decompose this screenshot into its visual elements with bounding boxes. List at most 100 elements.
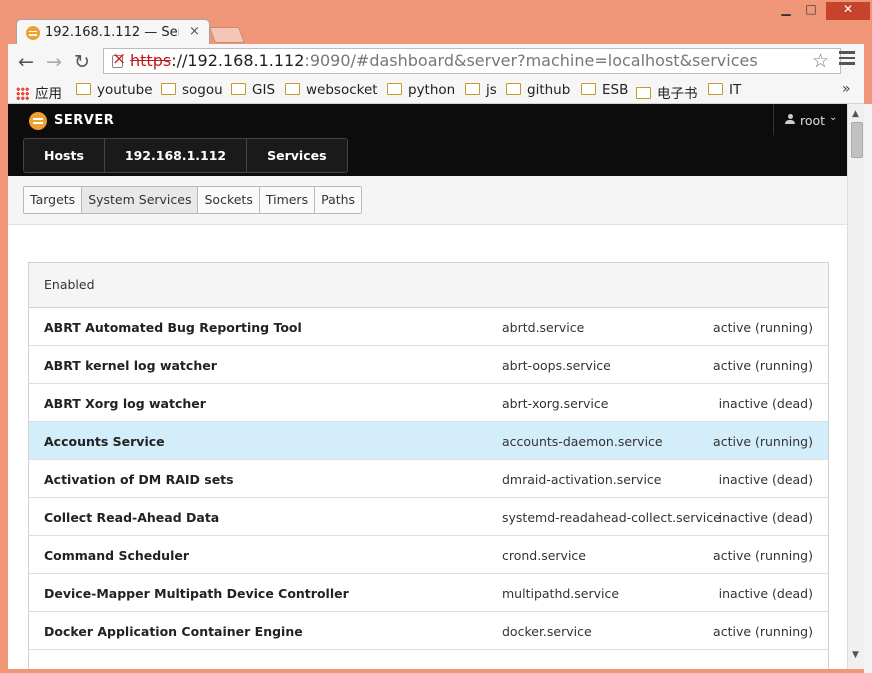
insecure-x-icon: × — [112, 49, 127, 69]
user-menu[interactable]: root ⌄ — [773, 104, 847, 135]
address-bar[interactable]: × https://192.168.1.112:9090/#dashboard&… — [103, 48, 841, 74]
folder-icon — [285, 83, 300, 95]
new-tab-button[interactable] — [209, 27, 245, 43]
breadcrumb-hosts[interactable]: Hosts — [24, 139, 105, 172]
folder-icon — [465, 83, 480, 95]
url-text[interactable]: https://192.168.1.112:9090/#dashboard&se… — [130, 51, 758, 70]
scroll-up-icon[interactable]: ▲ — [852, 109, 859, 119]
user-name: root — [800, 113, 826, 128]
service-name: ABRT Xorg log watcher — [44, 396, 206, 411]
breadcrumb-host[interactable]: 192.168.1.112 — [105, 139, 248, 172]
service-unit: crond.service — [502, 548, 586, 563]
tab-targets[interactable]: Targets — [24, 187, 83, 213]
bookmark-star-icon[interactable]: ☆ — [812, 50, 829, 72]
browser-window: 192.168.1.112 — Servi × ▁ □ ✕ ← → ↻ × ht… — [0, 0, 872, 673]
service-name: ABRT kernel log watcher — [44, 358, 217, 373]
breadcrumb: Hosts 192.168.1.112 Services — [23, 138, 348, 173]
folder-icon — [161, 83, 176, 95]
service-unit: multipathd.service — [502, 586, 620, 601]
bookmark-apps[interactable]: 应用 — [16, 82, 62, 102]
folder-icon — [581, 83, 596, 95]
cockpit-favicon-icon — [26, 26, 40, 40]
tab-sockets[interactable]: Sockets — [198, 187, 260, 213]
bookmark-python[interactable]: python — [387, 82, 455, 98]
bookmark-sogou[interactable]: sogou — [161, 82, 223, 98]
folder-icon — [708, 83, 723, 95]
tab-title: 192.168.1.112 — Servi — [45, 25, 179, 40]
bookmarks-bar: 应用 youtube sogou GIS websocket python js… — [8, 79, 864, 104]
scrollbar-thumb[interactable] — [851, 122, 863, 158]
url-path: :9090/#dashboard&server?machine=localhos… — [304, 51, 758, 70]
app-header: SERVER root ⌄ Hosts 192.168.1.112 Servic… — [8, 104, 847, 176]
service-unit: accounts-daemon.service — [502, 434, 663, 449]
service-row-selected[interactable]: Accounts Service accounts-daemon.service a… — [29, 422, 828, 460]
tab-timers[interactable]: Timers — [259, 187, 316, 213]
minimize-button[interactable]: ▁ — [775, 2, 797, 20]
service-row[interactable]: ABRT Automated Bug Reporting Tool abrtd.s… — [29, 308, 828, 346]
page-viewport: SERVER root ⌄ Hosts 192.168.1.112 Servic… — [8, 104, 847, 669]
tab-system-services[interactable]: System Services — [82, 187, 199, 213]
back-button[interactable]: ← — [16, 51, 36, 73]
service-row[interactable]: Collect Read-Ahead Data systemd-readahead… — [29, 498, 828, 536]
service-unit: abrt-xorg.service — [502, 396, 609, 411]
service-unit: systemd-readahead-collect.service — [502, 510, 721, 525]
services-toolbar: Targets System Services Sockets Timers P… — [8, 176, 847, 225]
browser-toolbar: ← → ↻ × https://192.168.1.112:9090/#dash… — [8, 44, 864, 79]
bookmark-js[interactable]: js — [465, 82, 497, 98]
service-state: active (running) — [713, 548, 813, 563]
service-unit: abrtd.service — [502, 320, 585, 335]
service-name: Device-Mapper Multipath Device Controlle… — [44, 586, 349, 601]
service-unit: docker.service — [502, 624, 592, 639]
url-host: ://192.168.1.112 — [171, 51, 305, 70]
service-state: inactive (dead) — [718, 396, 813, 411]
service-name: Activation of DM RAID sets — [44, 472, 234, 487]
bookmark-gis[interactable]: GIS — [231, 82, 275, 98]
enabled-services-panel: Enabled ABRT Automated Bug Reporting Too… — [28, 262, 829, 669]
service-row[interactable]: ABRT Xorg log watcher abrt-xorg.service in… — [29, 384, 828, 422]
service-unit: dmraid-activation.service — [502, 472, 662, 487]
service-state: inactive (dead) — [718, 510, 813, 525]
chevron-down-icon: ⌄ — [829, 112, 838, 123]
browser-tab[interactable]: 192.168.1.112 — Servi × — [16, 19, 210, 45]
user-icon — [785, 114, 795, 124]
brand-title: SERVER — [54, 113, 115, 128]
tab-close-icon[interactable]: × — [189, 24, 200, 39]
service-row[interactable]: ABRT kernel log watcher abrt-oops.service… — [29, 346, 828, 384]
reload-button[interactable]: ↻ — [72, 51, 92, 73]
folder-icon — [387, 83, 402, 95]
bookmark-ebooks[interactable]: 电子书 — [636, 82, 698, 102]
bookmark-websocket[interactable]: websocket — [285, 82, 378, 98]
service-row[interactable]: Command Scheduler crond.service active (ru… — [29, 536, 828, 574]
service-row-partial[interactable] — [29, 650, 828, 669]
service-row[interactable]: Device-Mapper Multipath Device Controlle… — [29, 574, 828, 612]
maximize-button[interactable]: □ — [800, 2, 822, 20]
folder-icon — [231, 83, 246, 95]
forward-button[interactable]: → — [44, 51, 64, 73]
close-window-button[interactable]: ✕ — [826, 2, 870, 20]
service-name: Docker Application Container Engine — [44, 624, 303, 639]
folder-icon — [636, 87, 651, 99]
bookmark-youtube[interactable]: youtube — [76, 82, 153, 98]
service-row[interactable]: Activation of DM RAID sets dmraid-activat… — [29, 460, 828, 498]
server-logo-icon — [29, 112, 47, 130]
bookmark-it[interactable]: IT — [708, 82, 741, 98]
service-name: Command Scheduler — [44, 548, 190, 563]
service-name: Accounts Service — [44, 434, 165, 449]
service-state: active (running) — [713, 358, 813, 373]
service-row[interactable]: Docker Application Container Engine docke… — [29, 612, 828, 650]
breadcrumb-services[interactable]: Services — [247, 139, 346, 172]
bookmarks-overflow-icon[interactable]: » — [842, 81, 851, 97]
folder-icon — [76, 83, 91, 95]
bookmark-github[interactable]: github — [506, 82, 570, 98]
page-scrollbar[interactable]: ▲ ▼ — [847, 104, 865, 669]
service-state: inactive (dead) — [718, 472, 813, 487]
background-window-edge — [864, 104, 872, 673]
bookmark-esb[interactable]: ESB — [581, 82, 628, 98]
panel-heading: Enabled — [29, 263, 828, 308]
service-unit: abrt-oops.service — [502, 358, 611, 373]
scroll-down-icon[interactable]: ▼ — [852, 650, 859, 660]
url-scheme: https — [130, 51, 172, 70]
service-name: Collect Read-Ahead Data — [44, 510, 220, 525]
browser-menu-icon[interactable] — [839, 51, 855, 68]
tab-paths[interactable]: Paths — [315, 187, 362, 213]
